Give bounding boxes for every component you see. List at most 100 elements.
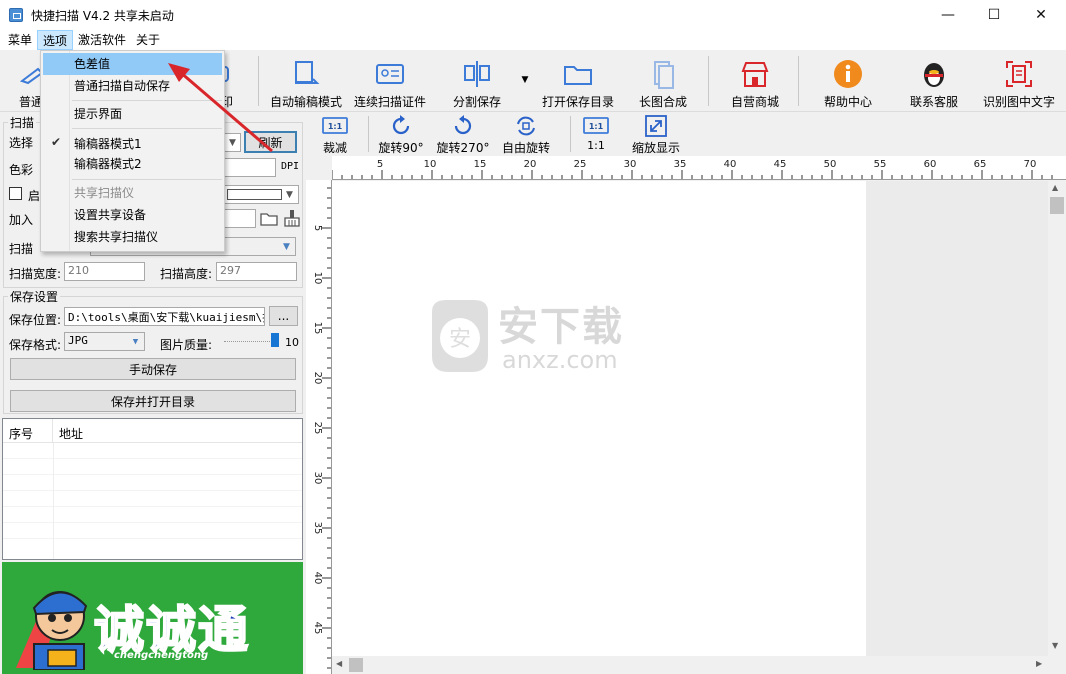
ruler-label: 65 (974, 159, 987, 170)
help-center-button[interactable]: 帮助中心 (822, 56, 874, 110)
dpi-input[interactable] (224, 158, 276, 177)
continuous-id-button[interactable]: 连续扫描证件 (352, 56, 428, 110)
free-rotate-label: 自由旋转 (501, 141, 550, 155)
save-settings-title: 保存设置 (8, 288, 61, 305)
menu-activate[interactable]: 激活软件 (73, 30, 131, 50)
save-location-input[interactable]: D:\tools\桌面\安下载\kuaijiesm\扫 (64, 307, 265, 326)
rotate-clockwise-icon (390, 115, 412, 137)
list-row (3, 475, 302, 491)
horizontal-scroll-thumb[interactable] (349, 658, 363, 672)
slider-track (224, 341, 278, 343)
ruler-label: 15 (474, 159, 487, 170)
menu-menu[interactable]: 菜单 (3, 30, 37, 50)
ruler-label: 5 (377, 159, 383, 170)
long-image-label: 长图合成 (638, 95, 687, 109)
list-header: 序号 地址 (3, 419, 302, 443)
color-swatch (227, 189, 282, 200)
id-card-icon (375, 59, 405, 89)
image-quality-value: 10 (285, 336, 299, 349)
ruler-label: 70 (1024, 159, 1037, 170)
split-icon (462, 59, 492, 89)
ruler-label: 45 (312, 622, 323, 635)
watermark-text: 安下载 (498, 304, 624, 350)
menu-about[interactable]: 关于 (131, 30, 165, 50)
scroll-right-icon[interactable]: ▶ (1036, 659, 1042, 668)
info-icon (833, 59, 863, 89)
menu-item-search-shared[interactable]: 搜索共享扫描仪 (43, 226, 222, 248)
scroll-up-icon[interactable]: ▲ (1052, 183, 1058, 192)
col-no-header[interactable]: 序号 (3, 419, 53, 442)
vertical-scrollbar[interactable]: ▲ ▼ (1048, 181, 1066, 656)
checkmark-icon: ✔ (51, 135, 62, 149)
split-save-dropdown[interactable]: ▼ (518, 70, 532, 90)
menu-item-feeder-1[interactable]: 输稿器模式1 (74, 135, 142, 152)
fit-display-button[interactable]: 缩放显示 (630, 115, 682, 156)
contact-support-button[interactable]: 联系客服 (908, 56, 960, 110)
open-save-dir-button[interactable]: 打开保存目录 (540, 56, 616, 110)
manual-save-button[interactable]: 手动保存 (10, 358, 296, 380)
scan-width-input[interactable]: 210 (64, 262, 145, 281)
ruler-label: 25 (312, 422, 323, 435)
long-image-button[interactable]: 长图合成 (636, 56, 690, 110)
scroll-left-icon[interactable]: ◀ (336, 659, 342, 668)
rotate-270-label: 旋转270° (436, 141, 490, 155)
ruler-label: 10 (312, 272, 323, 285)
minimize-button[interactable]: — (925, 0, 971, 30)
close-button[interactable]: ✕ (1018, 0, 1064, 30)
col-address-header[interactable]: 地址 (53, 419, 89, 442)
save-format-label: 保存格式: (9, 338, 62, 352)
save-open-dir-button[interactable]: 保存并打开目录 (10, 390, 296, 412)
clear-brush-icon[interactable] (282, 208, 302, 228)
scan-width-label: 扫描宽度: (9, 267, 62, 281)
store-button[interactable]: 自营商城 (730, 56, 780, 110)
free-rotate-button[interactable]: 自由旋转 (500, 115, 552, 156)
horizontal-scrollbar[interactable]: ◀ ▶ (332, 656, 1048, 674)
add-path-input[interactable] (224, 209, 256, 228)
ruler-label: 20 (524, 159, 537, 170)
split-save-button[interactable]: 分割保存 (450, 56, 504, 110)
horizontal-ruler-ticks: 5 10 15 20 25 30 35 40 45 50 55 60 65 70 (332, 159, 1053, 179)
save-format-select[interactable]: JPG ▼ (64, 332, 145, 351)
toolbar-divider (708, 56, 709, 106)
actual-size-icon-text: 1:1 (589, 122, 604, 131)
folder-open-icon[interactable] (259, 208, 279, 228)
app-icon (9, 8, 23, 22)
ruler-label: 55 (874, 159, 887, 170)
enable-checkbox[interactable] (9, 187, 22, 200)
rotate-270-button[interactable]: 旋转270° (436, 115, 490, 156)
promo-banner[interactable]: 诚诚通 chengchengtong (2, 562, 303, 674)
chevron-down-icon: ▼ (132, 336, 139, 347)
maximize-button[interactable]: ☐ (971, 0, 1017, 30)
scan-mode-label: 扫描 (9, 242, 34, 256)
rotate-90-button[interactable]: 旋转90° (378, 115, 424, 156)
crop-button[interactable]: 1:1 裁减 (320, 115, 350, 156)
toolbar-divider (798, 56, 799, 106)
menu-separator (72, 179, 222, 180)
list-row (3, 507, 302, 523)
browse-button[interactable]: ... (269, 306, 298, 326)
ruler-corner (306, 156, 332, 180)
enable-option-select[interactable]: ▼ (224, 185, 299, 204)
actual-size-button[interactable]: 1:1 1:1 (582, 115, 610, 152)
slider-thumb[interactable] (271, 333, 279, 347)
menu-item-set-share-device[interactable]: 设置共享设备 (43, 204, 222, 226)
ruler-label: 15 (312, 322, 323, 335)
saved-files-list[interactable]: 序号 地址 (2, 418, 303, 560)
menu-options[interactable]: 选项 (37, 30, 74, 50)
actual-size-icon: 1:1 (583, 115, 609, 137)
image-quality-slider[interactable] (224, 333, 280, 348)
preview-canvas[interactable]: 安 安下载 anxz.com (332, 181, 1048, 656)
scan-height-input[interactable]: 297 (216, 262, 297, 281)
ocr-button[interactable]: 识别图中文字 (980, 56, 1058, 110)
vertical-scroll-thumb[interactable] (1050, 197, 1064, 214)
store-icon (740, 59, 770, 89)
crop-icon: 1:1 (322, 115, 348, 137)
scan-height-label: 扫描高度: (160, 267, 213, 281)
rotate-counterclockwise-icon (452, 115, 474, 137)
scroll-down-icon[interactable]: ▼ (1052, 641, 1058, 650)
save-format-value: JPG (68, 334, 88, 347)
image-quality-label: 图片质量: (160, 338, 213, 352)
ruler-label: 30 (624, 159, 637, 170)
ruler-label: 35 (674, 159, 687, 170)
auto-feeder-label: 自动输稿模式 (269, 95, 342, 109)
